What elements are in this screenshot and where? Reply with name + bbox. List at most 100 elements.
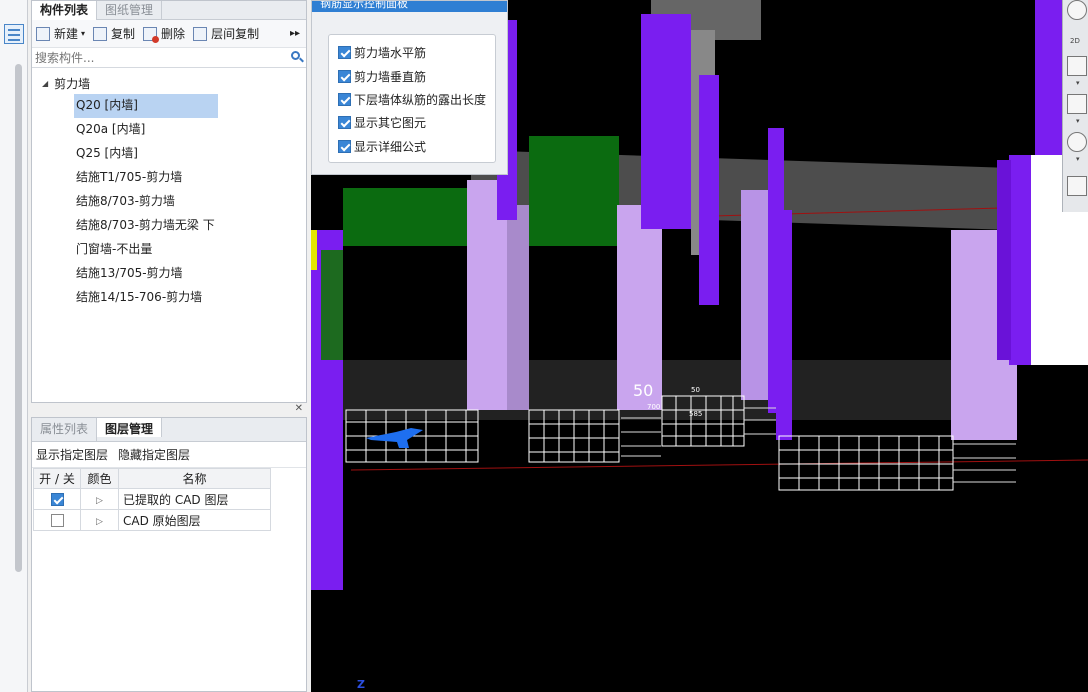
chevron-down-icon[interactable]: ▾ bbox=[1076, 117, 1080, 125]
component-tree: ◢ 剪力墙 Q20 [内墙] Q20a [内墙] Q25 [内墙] 结施T1/7… bbox=[32, 68, 306, 310]
layer-table: 开 / 关 颜色 名称 ▷ 已提取的 CAD 图层 ▷ CAD 原始图层 bbox=[33, 468, 271, 531]
option-show-detailed-formula[interactable]: 显示详细公式 bbox=[329, 135, 495, 158]
layer-panel: 属性列表 图层管理 显示指定图层 隐藏指定图层 开 / 关 颜色 名称 ▷ 已提… bbox=[31, 417, 307, 692]
tree-root-label: 剪力墙 bbox=[54, 76, 91, 91]
table-row[interactable]: ▷ 已提取的 CAD 图层 bbox=[33, 488, 271, 510]
tree-item[interactable]: 结施T1/705-剪力墙 bbox=[74, 166, 218, 190]
option-checkbox[interactable] bbox=[338, 69, 351, 83]
show-layer-button[interactable]: 显示指定图层 bbox=[36, 446, 108, 463]
layer-visibility-checkbox[interactable] bbox=[50, 514, 64, 527]
new-button[interactable]: 新建 ▾ bbox=[36, 25, 85, 42]
option-lower-wall-rebar-exposure[interactable]: 下层墙体纵筋的露出长度 bbox=[329, 88, 495, 111]
wall bbox=[641, 14, 691, 229]
wall bbox=[507, 205, 529, 410]
mode-2d-label[interactable]: 2D bbox=[1070, 37, 1080, 45]
column-color: 颜色 bbox=[80, 468, 119, 489]
layer-name: 已提取的 CAD 图层 bbox=[118, 488, 271, 510]
floor-copy-button[interactable]: 层间复制 bbox=[193, 25, 259, 42]
selection-marker bbox=[366, 428, 423, 448]
panel-splitter[interactable]: ✕ bbox=[31, 403, 307, 417]
delete-icon bbox=[143, 26, 160, 43]
chevron-down-icon[interactable]: ▾ bbox=[1076, 155, 1080, 163]
new-button-label: 新建 bbox=[54, 27, 79, 41]
tree-item[interactable]: Q20 [内墙] bbox=[74, 94, 218, 118]
copy-icon bbox=[93, 26, 108, 41]
floor-copy-icon bbox=[193, 26, 208, 41]
small-dimension-label: 585 bbox=[689, 410, 703, 418]
panel-toggle-button[interactable] bbox=[4, 24, 24, 44]
collapse-caret-icon[interactable]: ◢ bbox=[42, 79, 48, 88]
option-label: 剪力墙垂直筋 bbox=[354, 69, 427, 84]
tree-item[interactable]: Q25 [内墙] bbox=[74, 142, 218, 166]
wall bbox=[311, 230, 317, 270]
tree-item[interactable]: Q20a [内墙] bbox=[74, 118, 218, 142]
option-show-other-elements[interactable]: 显示其它图元 bbox=[329, 111, 495, 134]
tab-component-list[interactable]: 构件列表 bbox=[32, 1, 98, 20]
option-label: 下层墙体纵筋的露出长度 bbox=[354, 92, 487, 107]
wall bbox=[776, 210, 792, 440]
tree-root-shear-wall[interactable]: ◢ 剪力墙 bbox=[32, 72, 306, 94]
component-search bbox=[32, 48, 306, 68]
component-panel-tabs: 构件列表 图纸管理 bbox=[32, 1, 306, 20]
column-name: 名称 bbox=[118, 468, 271, 489]
grid-view-icon[interactable] bbox=[1067, 176, 1087, 196]
dropdown-caret-icon[interactable]: ▾ bbox=[81, 29, 85, 38]
small-dimension-label: 50 bbox=[691, 386, 700, 394]
cube-view-icon[interactable] bbox=[1067, 56, 1087, 76]
search-icon[interactable] bbox=[291, 51, 300, 60]
option-checkbox[interactable] bbox=[338, 116, 351, 130]
axis-z-icon: Z bbox=[357, 678, 365, 691]
copy-button-label: 复制 bbox=[111, 27, 136, 41]
delete-button[interactable]: 删除 bbox=[143, 25, 186, 43]
option-checkbox[interactable] bbox=[338, 46, 351, 60]
rotate-icon[interactable] bbox=[1067, 132, 1087, 152]
tree-item[interactable]: 结施8/703-剪力墙 bbox=[74, 190, 218, 214]
box-view-icon[interactable] bbox=[1067, 94, 1087, 114]
option-checkbox[interactable] bbox=[338, 92, 351, 106]
beam bbox=[343, 188, 477, 246]
tree-item[interactable]: 门窗墙-不出量 bbox=[74, 238, 218, 262]
layer-table-header: 开 / 关 颜色 名称 bbox=[33, 468, 271, 489]
tab-layer-management[interactable]: 图层管理 bbox=[97, 418, 163, 437]
layer-visibility-checkbox[interactable] bbox=[50, 493, 64, 506]
layer-name: CAD 原始图层 bbox=[118, 509, 271, 531]
wall bbox=[617, 205, 662, 410]
rebar-display-panel: 钢筋显示控制面板 剪力墙水平筋 剪力墙垂直筋 下层墙体纵筋的露出长度 显示其它图… bbox=[311, 0, 508, 175]
tree-item[interactable]: 结施13/705-剪力墙 bbox=[74, 262, 218, 286]
column-on-off: 开 / 关 bbox=[33, 468, 81, 489]
close-icon[interactable]: ✕ bbox=[295, 403, 303, 414]
search-input[interactable] bbox=[32, 48, 306, 67]
delete-button-label: 删除 bbox=[161, 27, 186, 41]
left-dock-strip bbox=[0, 0, 28, 692]
more-tools-icon[interactable]: ▸▸ bbox=[290, 28, 300, 39]
expand-arrow-icon[interactable]: ▷ bbox=[96, 517, 103, 527]
tab-drawing-management[interactable]: 图纸管理 bbox=[97, 1, 163, 19]
beam bbox=[529, 136, 619, 246]
copy-button[interactable]: 复制 bbox=[93, 25, 135, 42]
hide-layer-button[interactable]: 隐藏指定图层 bbox=[118, 446, 190, 463]
option-checkbox[interactable] bbox=[338, 139, 351, 153]
option-wall-horizontal-rebar[interactable]: 剪力墙水平筋 bbox=[329, 41, 495, 64]
wall bbox=[699, 75, 719, 305]
component-panel: 构件列表 图纸管理 新建 ▾ 复制 删除 层间复制 ▸▸ ◢ 剪力墙 Q20 [ bbox=[31, 0, 307, 403]
new-icon bbox=[36, 26, 50, 41]
wall bbox=[321, 250, 343, 360]
chevron-down-icon[interactable]: ▾ bbox=[1076, 79, 1080, 87]
option-label: 剪力墙水平筋 bbox=[354, 46, 427, 61]
option-label: 显示详细公式 bbox=[354, 139, 427, 154]
orbit-icon[interactable] bbox=[1067, 0, 1087, 20]
rebar-options: 剪力墙水平筋 剪力墙垂直筋 下层墙体纵筋的露出长度 显示其它图元 显示详细公式 bbox=[328, 34, 496, 163]
expand-arrow-icon[interactable]: ▷ bbox=[96, 496, 103, 506]
tab-property-list[interactable]: 属性列表 bbox=[32, 418, 98, 441]
tree-item[interactable]: 结施8/703-剪力墙无梁 下 bbox=[74, 214, 218, 238]
floor-copy-button-label: 层间复制 bbox=[211, 27, 260, 41]
rebar-panel-title: 钢筋显示控制面板 bbox=[312, 1, 507, 12]
tree-item[interactable]: 结施14/15-706-剪力墙 bbox=[74, 286, 218, 310]
table-row[interactable]: ▷ CAD 原始图层 bbox=[33, 509, 271, 531]
component-toolbar: 新建 ▾ 复制 删除 层间复制 ▸▸ bbox=[32, 20, 306, 48]
option-label: 显示其它图元 bbox=[354, 116, 427, 131]
view-toolbar: 2D ▾ ▾ ▾ bbox=[1062, 0, 1088, 212]
scrollbar[interactable] bbox=[15, 64, 22, 572]
dimension-label: 50 bbox=[633, 381, 654, 400]
option-wall-vertical-rebar[interactable]: 剪力墙垂直筋 bbox=[329, 64, 495, 87]
